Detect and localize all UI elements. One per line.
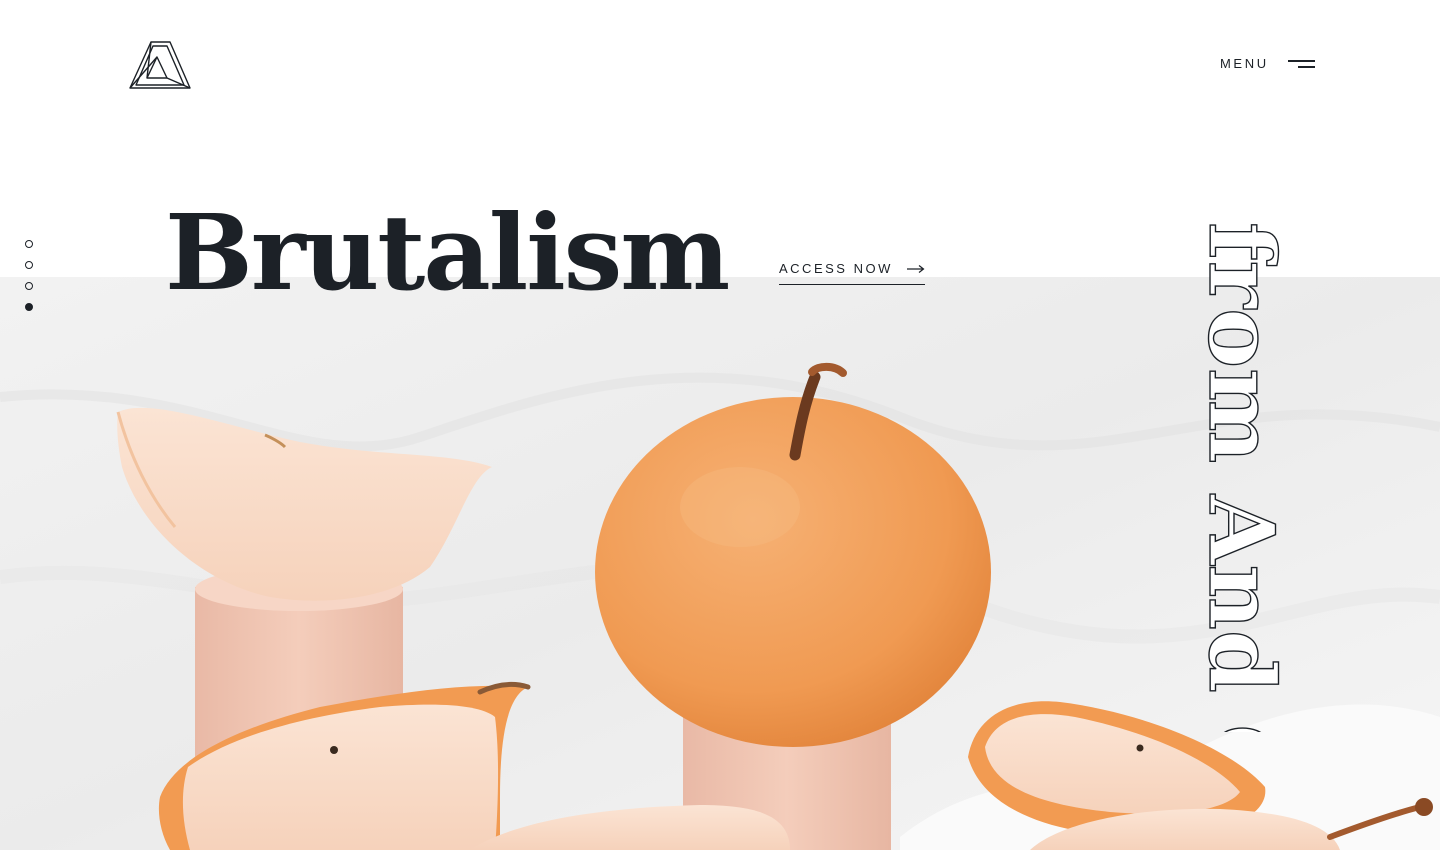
slide-dot-2[interactable] <box>25 261 33 269</box>
vertical-outline-text: from And Co <box>1200 222 1290 732</box>
logo-icon[interactable] <box>129 40 191 90</box>
slide-nav <box>25 240 37 324</box>
slide-dot-3[interactable] <box>25 282 33 290</box>
vertical-text: from And Co <box>1200 222 1290 732</box>
long-arrow-right-icon <box>907 265 925 273</box>
hamburger-icon <box>1287 58 1315 69</box>
hero-headline: Brutalism <box>165 191 730 314</box>
menu-label: MENU <box>1220 56 1269 71</box>
slide-dot-1[interactable] <box>25 240 33 248</box>
access-now-link[interactable]: ACCESS NOW <box>779 262 925 285</box>
access-now-label: ACCESS NOW <box>779 261 893 276</box>
slide-dot-4-active[interactable] <box>25 303 33 311</box>
menu-button[interactable]: MENU <box>1220 56 1315 71</box>
